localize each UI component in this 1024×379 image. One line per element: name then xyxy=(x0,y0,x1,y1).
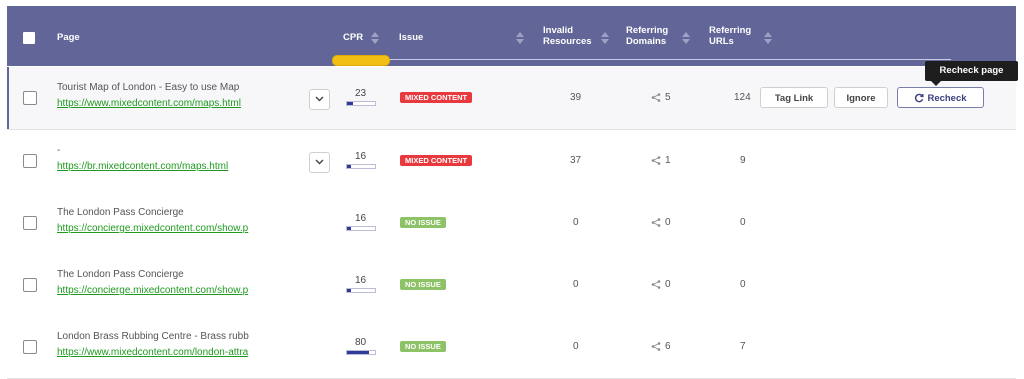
page-url-link[interactable]: https://concierge.mixedcontent.com/show.… xyxy=(57,223,248,234)
expand-button[interactable] xyxy=(309,152,330,173)
share-icon xyxy=(651,156,661,165)
column-referring-urls[interactable]: Referring URLs xyxy=(709,25,751,47)
row-checkbox[interactable] xyxy=(23,154,37,168)
referring-domains-value: 5 xyxy=(665,92,671,103)
issue-badge: NO ISSUE xyxy=(400,341,446,352)
recheck-button[interactable]: Recheck xyxy=(897,87,984,108)
cpr-bar xyxy=(346,226,376,231)
table-row: London Brass Rubbing Centre - Brass rubb… xyxy=(7,316,1016,379)
share-icon xyxy=(651,342,661,351)
page-title: - xyxy=(57,145,61,156)
column-invalid-resources[interactable]: Invalid Resources xyxy=(543,25,592,47)
share-icon xyxy=(651,93,661,102)
issue-badge: NO ISSUE xyxy=(400,279,446,290)
cpr-bar-fill xyxy=(347,351,370,354)
chevron-down-icon xyxy=(315,96,324,102)
cpr-bar xyxy=(346,101,376,106)
page-title: London Brass Rubbing Centre - Brass rubb xyxy=(57,331,249,342)
invalid-resources-value: 0 xyxy=(573,279,579,290)
cpr-value: 80 xyxy=(355,337,367,348)
tag-link-button[interactable]: Tag Link xyxy=(760,87,828,108)
cpr-value: 16 xyxy=(355,213,367,224)
cpr-value: 23 xyxy=(355,88,367,99)
column-referring-urls-line2: URLs xyxy=(709,36,734,47)
referring-domains-value: 0 xyxy=(665,279,671,290)
column-invalid-resources-line2: Resources xyxy=(543,36,592,47)
column-cpr[interactable]: CPR xyxy=(343,32,363,43)
select-all-checkbox[interactable] xyxy=(23,32,35,44)
row-checkbox[interactable] xyxy=(23,91,37,105)
column-referring-urls-line1: Referring xyxy=(709,25,752,36)
referring-domains-value: 0 xyxy=(665,217,671,228)
cpr-value: 16 xyxy=(355,275,367,286)
cpr-bar xyxy=(346,164,376,169)
invalid-resources-value: 39 xyxy=(570,92,582,103)
share-icon xyxy=(651,218,661,227)
cpr-column-underline xyxy=(335,59,951,60)
invalid-resources-value: 37 xyxy=(570,155,582,166)
column-referring-domains-line2: Domains xyxy=(626,36,667,47)
referring-urls-value: 9 xyxy=(740,155,746,166)
page-url-link[interactable]: https://concierge.mixedcontent.com/show.… xyxy=(57,285,248,296)
column-invalid-resources-line1: Invalid xyxy=(543,25,574,36)
row-checkbox[interactable] xyxy=(23,340,37,354)
cpr-bar-fill xyxy=(347,289,352,292)
invalid-resources-value: 0 xyxy=(573,341,579,352)
table-header: Page CPR Issue Invalid Resources Referri… xyxy=(7,6,1016,66)
ignore-button[interactable]: Ignore xyxy=(834,87,888,108)
page-url-link[interactable]: https://br.mixedcontent.com/maps.html xyxy=(57,161,228,172)
page-url-link[interactable]: https://www.mixedcontent.com/london-attr… xyxy=(57,347,248,358)
page-url-link[interactable]: https://www.mixedcontent.com/maps.html xyxy=(57,98,241,109)
row-checkbox[interactable] xyxy=(23,216,37,230)
cpr-bar-fill xyxy=(347,227,352,230)
issue-badge: MIXED CONTENT xyxy=(400,92,473,103)
column-issue[interactable]: Issue xyxy=(399,32,423,43)
page-title: The London Pass Concierge xyxy=(57,269,184,280)
chevron-down-icon xyxy=(315,159,324,165)
table-row: The London Pass Concierge https://concie… xyxy=(7,254,1016,317)
page-title: The London Pass Concierge xyxy=(57,207,184,218)
referring-domains-sort-icon[interactable] xyxy=(682,31,690,45)
referring-urls-sort-icon[interactable] xyxy=(764,31,772,45)
table-row: - https://br.mixedcontent.com/maps.html … xyxy=(7,130,1016,193)
cpr-sort-highlight xyxy=(332,55,390,66)
referring-domains-value: 1 xyxy=(665,155,671,166)
column-referring-domains[interactable]: Referring Domains xyxy=(626,25,668,47)
referring-urls-value: 124 xyxy=(734,92,751,103)
table-row: The London Pass Concierge https://concie… xyxy=(7,192,1016,255)
column-page[interactable]: Page xyxy=(57,32,80,43)
cpr-bar xyxy=(346,288,376,293)
referring-urls-value: 7 xyxy=(740,341,746,352)
cpr-sort-icon[interactable] xyxy=(371,31,379,45)
refresh-icon xyxy=(915,93,924,103)
recheck-tooltip: Recheck page xyxy=(925,61,1018,86)
issue-sort-icon[interactable] xyxy=(516,31,524,45)
expand-button[interactable] xyxy=(309,89,330,110)
referring-urls-value: 0 xyxy=(740,279,746,290)
referring-domains-value: 6 xyxy=(665,341,671,352)
issue-badge: NO ISSUE xyxy=(400,217,446,228)
recheck-label: Recheck xyxy=(927,93,967,104)
cpr-bar-fill xyxy=(347,165,352,168)
table-row: Tourist Map of London - Easy to use Map … xyxy=(7,67,1016,130)
column-referring-domains-line1: Referring xyxy=(626,25,669,36)
issue-badge: MIXED CONTENT xyxy=(400,155,473,166)
share-icon xyxy=(651,280,661,289)
referring-urls-value: 0 xyxy=(740,217,746,228)
cpr-value: 16 xyxy=(355,151,367,162)
cpr-bar-fill xyxy=(347,102,354,105)
row-checkbox[interactable] xyxy=(23,278,37,292)
cpr-bar xyxy=(346,350,376,355)
invalid-resources-sort-icon[interactable] xyxy=(601,31,609,45)
page-title: Tourist Map of London - Easy to use Map xyxy=(57,82,240,93)
invalid-resources-value: 0 xyxy=(573,217,579,228)
